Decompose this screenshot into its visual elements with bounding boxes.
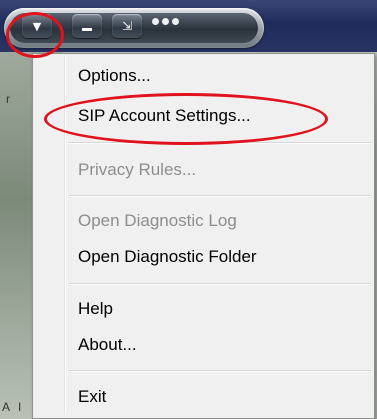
menu-separator bbox=[69, 142, 371, 144]
menu-separator bbox=[69, 370, 371, 372]
dock-icon: ⇲ bbox=[121, 19, 133, 33]
menu-item-exit[interactable]: Exit bbox=[78, 387, 106, 407]
menu-item-open-diagnostic-folder[interactable]: Open Diagnostic Folder bbox=[78, 247, 257, 267]
dot bbox=[152, 18, 159, 25]
dot bbox=[172, 18, 179, 25]
more-icon[interactable] bbox=[152, 18, 179, 25]
menu-item-open-diagnostic-log: Open Diagnostic Log bbox=[78, 211, 237, 230]
menu-item-help[interactable]: Help bbox=[78, 299, 113, 319]
background-text: A bbox=[2, 400, 11, 414]
menu-item-options[interactable]: Options... bbox=[78, 66, 151, 86]
menu-item-privacy-rules: Privacy Rules... bbox=[78, 160, 197, 179]
dot bbox=[162, 18, 169, 25]
menu-item-sip-account-settings[interactable]: SIP Account Settings... bbox=[78, 106, 251, 126]
minimize-icon bbox=[82, 27, 92, 31]
background-text: I bbox=[18, 400, 22, 414]
main-menu-button[interactable]: ▼ bbox=[22, 14, 52, 38]
background-text: r bbox=[6, 92, 10, 106]
minimize-button[interactable] bbox=[72, 14, 102, 38]
menu-separator bbox=[69, 283, 371, 285]
dock-button[interactable]: ⇲ bbox=[112, 14, 142, 38]
menu-separator bbox=[69, 195, 371, 197]
chevron-down-icon: ▼ bbox=[32, 19, 42, 33]
context-menu: Options... SIP Account Settings... Priva… bbox=[32, 53, 375, 419]
menu-icon-gutter bbox=[64, 56, 66, 414]
menu-item-about[interactable]: About... bbox=[78, 335, 137, 355]
